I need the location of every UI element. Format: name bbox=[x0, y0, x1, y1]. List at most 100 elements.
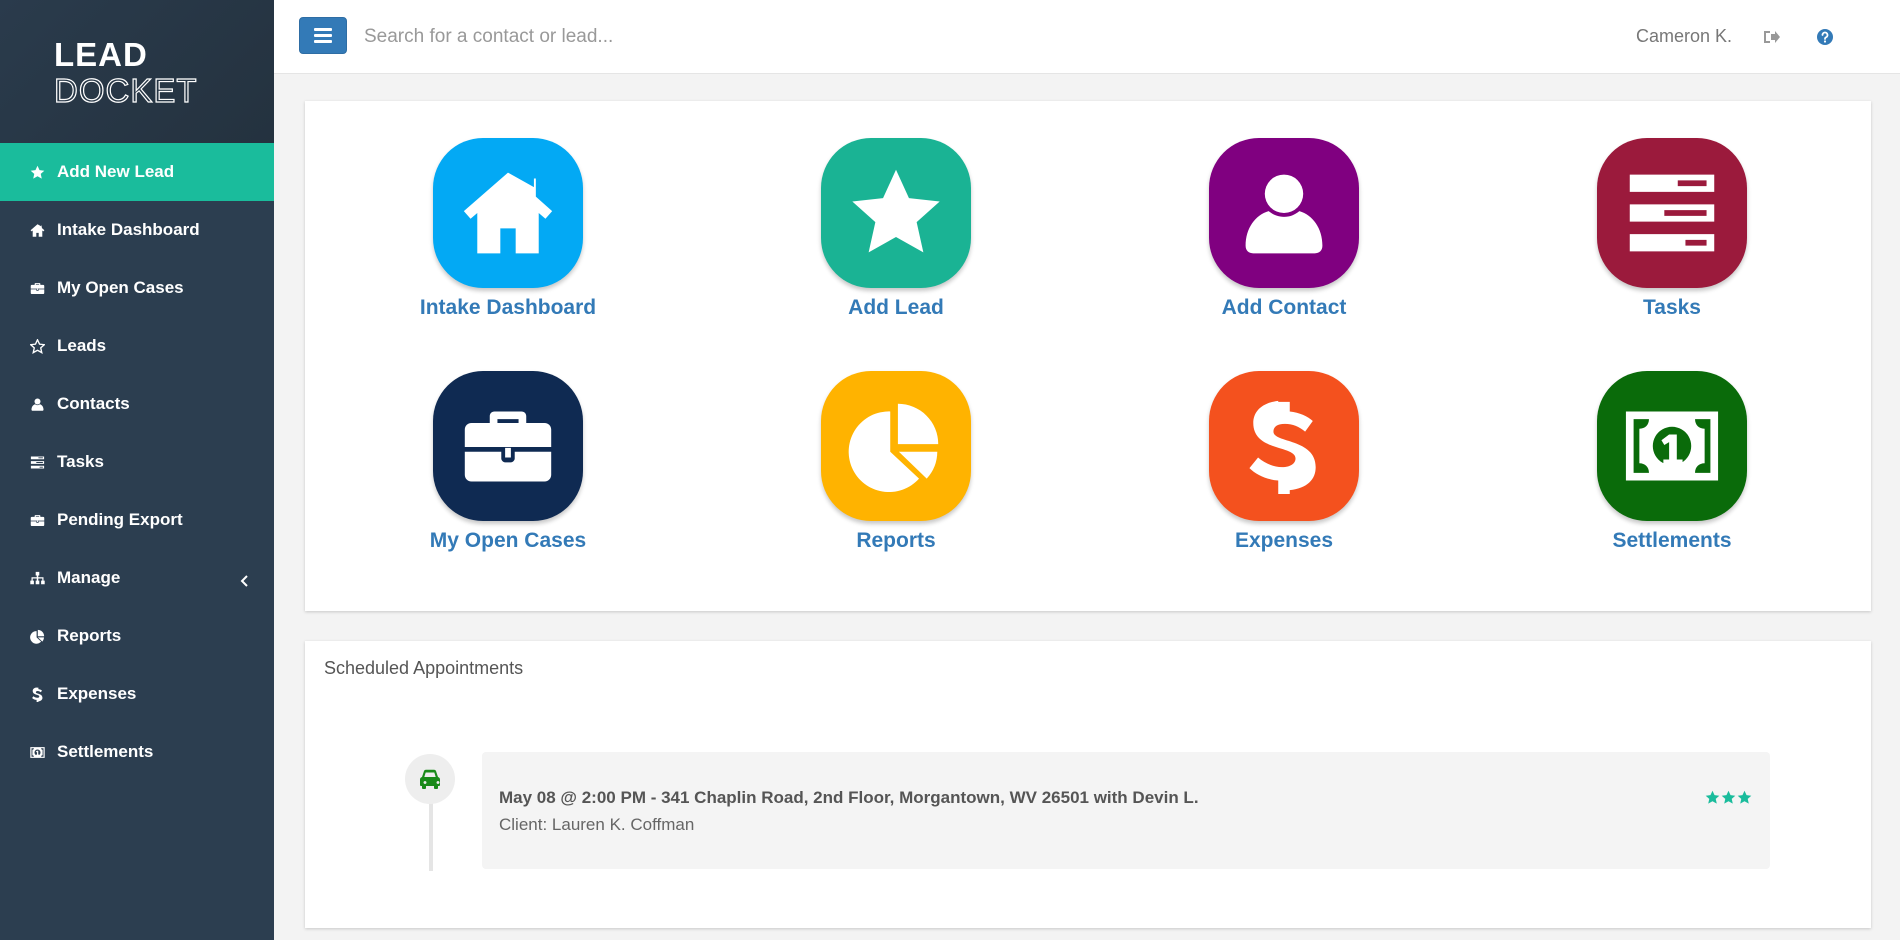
user-icon bbox=[29, 396, 45, 412]
svg-text:LEAD: LEAD bbox=[54, 36, 148, 73]
star-icon bbox=[29, 164, 45, 180]
home-icon bbox=[463, 172, 553, 254]
sidebar-item-manage[interactable]: Manage bbox=[0, 549, 274, 607]
star-icon bbox=[852, 169, 940, 253]
sidebar-item-my-open-cases[interactable]: My Open Cases bbox=[0, 259, 274, 317]
appointments-title: Scheduled Appointments bbox=[324, 658, 524, 678]
shortcut-label[interactable]: Intake Dashboard bbox=[388, 296, 628, 320]
user-icon bbox=[1245, 174, 1323, 254]
car-icon bbox=[420, 769, 440, 789]
briefcase-icon[interactable] bbox=[433, 371, 583, 521]
appointments-panel: Scheduled Appointments May 08 @ 2:00 PM … bbox=[305, 641, 1871, 928]
sidebar-item-label: Leads bbox=[57, 336, 107, 355]
sidebar: LEAD DOCKET Add New Lead Intake Dashboard… bbox=[0, 0, 274, 940]
shortcut-reports[interactable]: Reports bbox=[776, 371, 1016, 553]
home-icon bbox=[29, 222, 45, 238]
sidebar-item-label: Add New Lead bbox=[57, 162, 175, 181]
money-icon bbox=[1625, 411, 1719, 481]
briefcase-icon bbox=[30, 282, 44, 294]
lead-docket-logo[interactable]: LEAD DOCKET bbox=[54, 36, 218, 108]
sidebar-item-label: Manage bbox=[57, 568, 121, 587]
briefcase-icon bbox=[29, 280, 45, 296]
star-icon[interactable] bbox=[821, 138, 971, 288]
svg-text:DOCKET: DOCKET bbox=[54, 72, 198, 108]
sidebar-item-pending-export[interactable]: Pending Export bbox=[0, 491, 274, 549]
sidebar-nav: Add New Lead Intake Dashboard My Open Case… bbox=[0, 143, 274, 781]
sitemap-icon bbox=[29, 571, 45, 584]
shortcut-label[interactable]: Expenses bbox=[1164, 529, 1404, 553]
sidebar-item-leads[interactable]: Leads bbox=[0, 317, 274, 375]
bars-icon bbox=[314, 28, 332, 43]
sign-out-icon[interactable] bbox=[1762, 28, 1780, 46]
tasks-icon bbox=[29, 454, 45, 470]
appointment-details: May 08 @ 2:00 PM - 341 Chaplin Road, 2nd… bbox=[499, 788, 1199, 807]
home-icon[interactable] bbox=[433, 138, 583, 288]
briefcase-icon bbox=[29, 512, 45, 528]
shortcut-label[interactable]: Tasks bbox=[1552, 296, 1792, 320]
sidebar-item-label: Intake Dashboard bbox=[57, 220, 200, 239]
star-icon bbox=[1737, 790, 1752, 810]
star-icon bbox=[1705, 790, 1720, 810]
home-icon bbox=[30, 223, 44, 237]
logo-area: LEAD DOCKET bbox=[0, 0, 274, 143]
sidebar-item-intake-dashboard[interactable]: Intake Dashboard bbox=[0, 201, 274, 259]
star-icon bbox=[30, 165, 44, 179]
pie-chart-icon bbox=[29, 629, 44, 644]
top-bar: Cameron K. bbox=[274, 0, 1900, 74]
money-icon bbox=[29, 746, 45, 758]
sidebar-item-label: Pending Export bbox=[57, 510, 183, 529]
shortcuts-panel: Intake Dashboard Add Lead Add Contact Tasks… bbox=[305, 101, 1871, 611]
sidebar-item-expenses[interactable]: Expenses bbox=[0, 665, 274, 723]
sidebar-item-label: Reports bbox=[57, 626, 122, 645]
tasks-icon bbox=[30, 456, 44, 468]
shortcut-add-contact[interactable]: Add Contact bbox=[1164, 138, 1404, 320]
chevron-left-icon bbox=[240, 572, 250, 587]
sidebar-item-tasks[interactable]: Tasks bbox=[0, 433, 274, 491]
dollar-icon[interactable] bbox=[1209, 371, 1359, 521]
timeline-badge bbox=[405, 754, 455, 804]
sidebar-item-label: Expenses bbox=[57, 684, 137, 703]
dollar-icon bbox=[31, 686, 42, 702]
shortcut-label[interactable]: Reports bbox=[776, 529, 1016, 553]
pie-chart-icon bbox=[848, 403, 939, 493]
shortcut-my-open-cases[interactable]: My Open Cases bbox=[388, 371, 628, 553]
sidebar-item-label: My Open Cases bbox=[57, 278, 184, 297]
shortcut-label[interactable]: My Open Cases bbox=[388, 529, 628, 553]
user-icon bbox=[31, 398, 43, 411]
dollar-icon bbox=[29, 686, 45, 702]
star-outline-icon bbox=[29, 338, 45, 354]
shortcut-label[interactable]: Settlements bbox=[1552, 529, 1792, 553]
appointment-rating bbox=[1705, 790, 1752, 810]
shortcut-expenses[interactable]: Expenses bbox=[1164, 371, 1404, 553]
sidebar-item-add-new-lead[interactable]: Add New Lead bbox=[0, 143, 274, 201]
user-icon[interactable] bbox=[1209, 138, 1359, 288]
sitemap-icon bbox=[29, 570, 45, 586]
money-icon[interactable] bbox=[1597, 371, 1747, 521]
briefcase-icon bbox=[464, 411, 552, 482]
pie-chart-icon bbox=[29, 628, 45, 644]
money-icon bbox=[29, 744, 45, 760]
sidebar-item-reports[interactable]: Reports bbox=[0, 607, 274, 665]
user-name[interactable]: Cameron K. bbox=[1636, 26, 1732, 47]
sidebar-item-label: Tasks bbox=[57, 452, 104, 471]
shortcut-settlements[interactable]: Settlements bbox=[1552, 371, 1792, 553]
shortcut-tasks[interactable]: Tasks bbox=[1552, 138, 1792, 320]
shortcut-add-lead[interactable]: Add Lead bbox=[776, 138, 1016, 320]
shortcut-label[interactable]: Add Lead bbox=[776, 296, 1016, 320]
sidebar-item-settlements[interactable]: Settlements bbox=[0, 723, 274, 781]
sidebar-item-contacts[interactable]: Contacts bbox=[0, 375, 274, 433]
dollar-icon bbox=[1249, 400, 1316, 494]
star-outline-icon bbox=[29, 338, 45, 354]
star-icon bbox=[1721, 790, 1736, 810]
sidebar-item-label: Settlements bbox=[57, 742, 154, 761]
briefcase-icon bbox=[30, 514, 44, 526]
question-circle-icon[interactable] bbox=[1816, 28, 1834, 46]
search-input[interactable] bbox=[362, 18, 1062, 56]
appointment-client: Client: Lauren K. Coffman bbox=[499, 815, 695, 834]
tasks-icon[interactable] bbox=[1597, 138, 1747, 288]
menu-toggle-button[interactable] bbox=[299, 17, 347, 54]
pie-chart-icon[interactable] bbox=[821, 371, 971, 521]
shortcut-intake-dashboard[interactable]: Intake Dashboard bbox=[388, 138, 628, 320]
shortcut-label[interactable]: Add Contact bbox=[1164, 296, 1404, 320]
appointment-card[interactable]: May 08 @ 2:00 PM - 341 Chaplin Road, 2nd… bbox=[482, 752, 1770, 869]
